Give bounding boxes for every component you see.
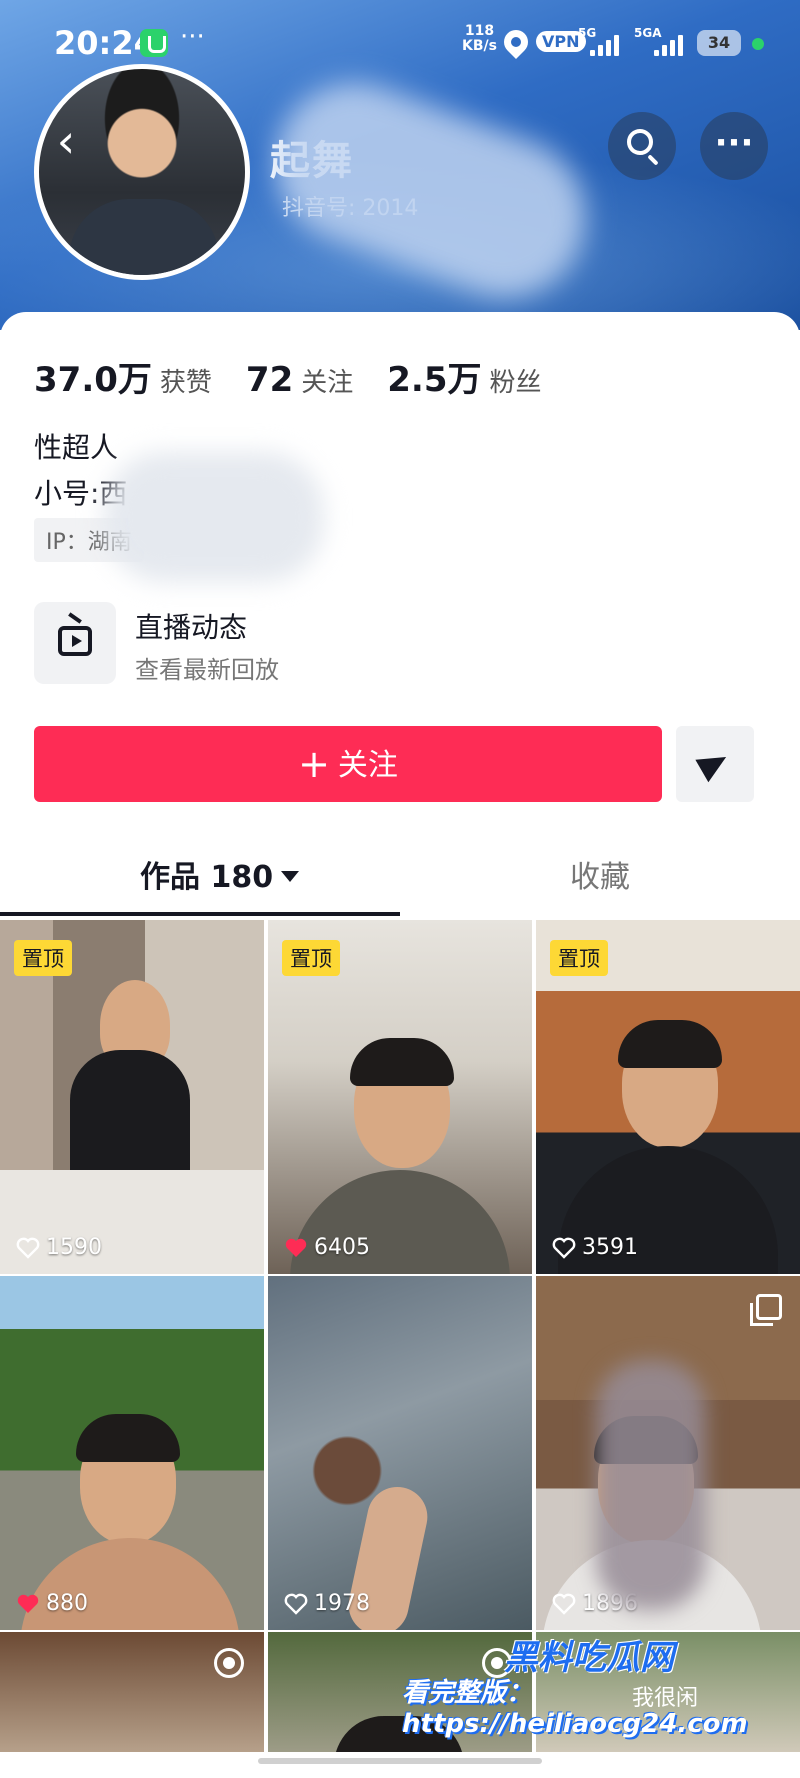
- status-more-dots: ···: [180, 22, 205, 52]
- video-likes-count: 6405: [314, 1235, 370, 1260]
- search-button[interactable]: [608, 112, 676, 180]
- photo-subject-body: [20, 1538, 240, 1630]
- video-tile[interactable]: [0, 1632, 264, 1752]
- chevron-left-icon: ‹: [56, 114, 76, 168]
- video-tile[interactable]: 880: [0, 1276, 264, 1630]
- follow-label: 关注: [337, 748, 398, 783]
- status-bar: 20:24 ··· 118 KB/s VPN 5G 5GA 34: [0, 0, 800, 90]
- photo-subject-hair: [618, 1020, 722, 1068]
- heart-filled-icon: [285, 1238, 307, 1257]
- battery-icon: 34: [697, 30, 741, 56]
- network-speed-unit: KB/s: [462, 38, 497, 54]
- tab-works-label: 作品 180: [140, 860, 274, 895]
- tab-favorites[interactable]: 收藏: [570, 848, 630, 908]
- video-likes: 880: [16, 1591, 88, 1616]
- pinned-badge: 置顶: [14, 940, 72, 976]
- tab-works[interactable]: 作品 180: [140, 848, 300, 908]
- stat-following-label: 关注: [301, 368, 354, 398]
- pinned-badge: 置顶: [282, 940, 340, 976]
- privacy-blur: [596, 1360, 706, 1610]
- video-tile[interactable]: 1978: [268, 1276, 532, 1630]
- video-tile[interactable]: 置顶 1590: [0, 920, 264, 1274]
- photo-subject-hair: [350, 1038, 454, 1086]
- more-icon: ···: [714, 123, 754, 163]
- tv-icon: [58, 626, 92, 656]
- network-speed: 118 KB/s: [462, 24, 497, 54]
- video-tile[interactable]: 置顶 3591: [536, 920, 800, 1274]
- watermark-url: 看完整版：https://heiliaocg24.com: [402, 1678, 748, 1739]
- video-likes-count: 1978: [314, 1591, 370, 1616]
- active-tab-indicator: [0, 912, 400, 916]
- stat-followers-label: 粉丝: [489, 368, 542, 398]
- caret-down-icon: [281, 871, 300, 882]
- signal-5g-icon: 5G: [578, 26, 630, 56]
- stat-followers[interactable]: 2.5万 粉丝: [387, 352, 541, 401]
- profile-stats: 37.0万 获赞 72 关注 2.5万 粉丝: [34, 352, 576, 401]
- location-icon: [499, 25, 533, 59]
- video-tile[interactable]: 置顶 6405: [268, 920, 532, 1274]
- live-icon: [214, 1648, 244, 1678]
- multi-photo-icon: [750, 1294, 782, 1326]
- more-button[interactable]: ···: [700, 112, 768, 180]
- profile-card: 37.0万 获赞 72 关注 2.5万 粉丝 性超人 小号:西 IP：湖南 直播…: [0, 312, 800, 916]
- indicator-dot: [752, 38, 764, 50]
- stat-followers-value: 2.5万: [387, 360, 482, 400]
- heart-outline-icon: [284, 1593, 308, 1615]
- profile-tabs: 作品 180 收藏: [0, 848, 800, 912]
- video-likes-count: 880: [46, 1591, 88, 1616]
- pinned-badge: 置顶: [550, 940, 608, 976]
- home-indicator[interactable]: [258, 1758, 542, 1764]
- privacy-blur: [252, 60, 608, 320]
- heart-filled-icon: [17, 1594, 39, 1613]
- video-likes-count: 1590: [46, 1235, 102, 1260]
- video-likes: 1590: [16, 1235, 102, 1260]
- live-replay-button[interactable]: [34, 602, 116, 684]
- video-likes: 3591: [552, 1235, 638, 1260]
- search-icon: [627, 129, 653, 155]
- back-button[interactable]: ‹: [40, 118, 92, 170]
- profile-header: 20:24 ··· 118 KB/s VPN 5G 5GA 34 ‹ 起舞 抖音…: [0, 0, 800, 330]
- avatar[interactable]: [34, 64, 250, 280]
- heart-outline-icon: [16, 1237, 40, 1259]
- plus-icon: +: [298, 742, 330, 786]
- video-likes: 1978: [284, 1591, 370, 1616]
- signal-5ga-icon: 5GA: [634, 26, 686, 56]
- heart-outline-icon: [552, 1237, 576, 1259]
- stat-following-value: 72: [245, 360, 294, 400]
- share-button[interactable]: [676, 726, 754, 802]
- stat-likes[interactable]: 37.0万 获赞: [34, 352, 212, 401]
- privacy-blur: [104, 452, 324, 582]
- bio-line-1: 性超人: [34, 431, 119, 464]
- network-speed-value: 118: [464, 23, 495, 39]
- heart-outline-icon: [552, 1593, 576, 1615]
- follow-button[interactable]: + 关注: [34, 726, 662, 802]
- stat-likes-label: 获赞: [159, 368, 212, 398]
- stat-likes-value: 37.0万: [34, 360, 152, 400]
- live-title[interactable]: 直播动态: [135, 606, 247, 646]
- photo-subject-hair: [76, 1414, 180, 1462]
- video-likes-count: 3591: [582, 1235, 638, 1260]
- live-subtitle: 查看最新回放: [135, 656, 279, 684]
- send-icon: [695, 745, 733, 783]
- video-likes: 6405: [284, 1235, 370, 1260]
- stat-following[interactable]: 72 关注: [246, 360, 353, 400]
- app-notification-icon: [140, 29, 168, 57]
